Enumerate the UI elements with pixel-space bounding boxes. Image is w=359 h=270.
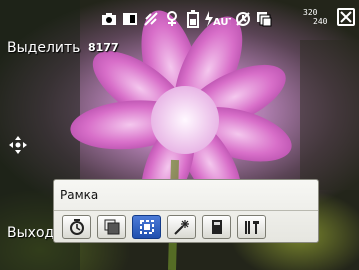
macro-icon[interactable] <box>163 9 181 29</box>
flash-auto-icon[interactable]: AUTO <box>205 9 231 29</box>
multi-shot-button[interactable] <box>97 215 126 239</box>
camera-icon[interactable] <box>100 9 118 29</box>
frame-button[interactable] <box>132 215 161 239</box>
close-button[interactable] <box>337 8 355 26</box>
effect-icon <box>173 220 189 235</box>
card-icon <box>211 220 222 234</box>
resolution-width: 320 <box>303 8 318 17</box>
shots-remaining-counter: 8177 <box>88 41 119 54</box>
self-timer-button[interactable] <box>62 215 91 239</box>
storage-card-button[interactable] <box>202 215 231 239</box>
settings-button[interactable] <box>237 215 266 239</box>
multi-shot-icon <box>104 219 119 235</box>
settings-icon <box>244 221 259 234</box>
navigation-pad-icon[interactable] <box>9 136 27 154</box>
effect-button[interactable] <box>167 215 196 239</box>
resolution-badge[interactable]: 320 240 <box>303 8 333 30</box>
self-timer-icon[interactable] <box>234 9 252 29</box>
popup-icon-row <box>62 215 266 239</box>
popup-divider <box>54 210 318 211</box>
exit-softkey[interactable]: Выход <box>7 225 54 241</box>
select-softkey[interactable]: Выделить <box>7 40 80 56</box>
battery-icon <box>184 9 202 29</box>
frame-popup-menu: Рамка <box>53 179 319 243</box>
white-balance-icon[interactable] <box>121 9 139 29</box>
flash-auto-text: AUTO <box>213 17 231 28</box>
popup-title: Рамка <box>60 188 99 202</box>
self-timer-icon <box>69 219 84 235</box>
status-bar: AUTO <box>100 6 273 32</box>
brightness-icon[interactable] <box>142 9 160 29</box>
multi-shot-icon[interactable] <box>255 9 273 29</box>
frame-icon <box>139 220 154 234</box>
resolution-height: 240 <box>313 17 328 26</box>
close-icon <box>340 11 352 23</box>
